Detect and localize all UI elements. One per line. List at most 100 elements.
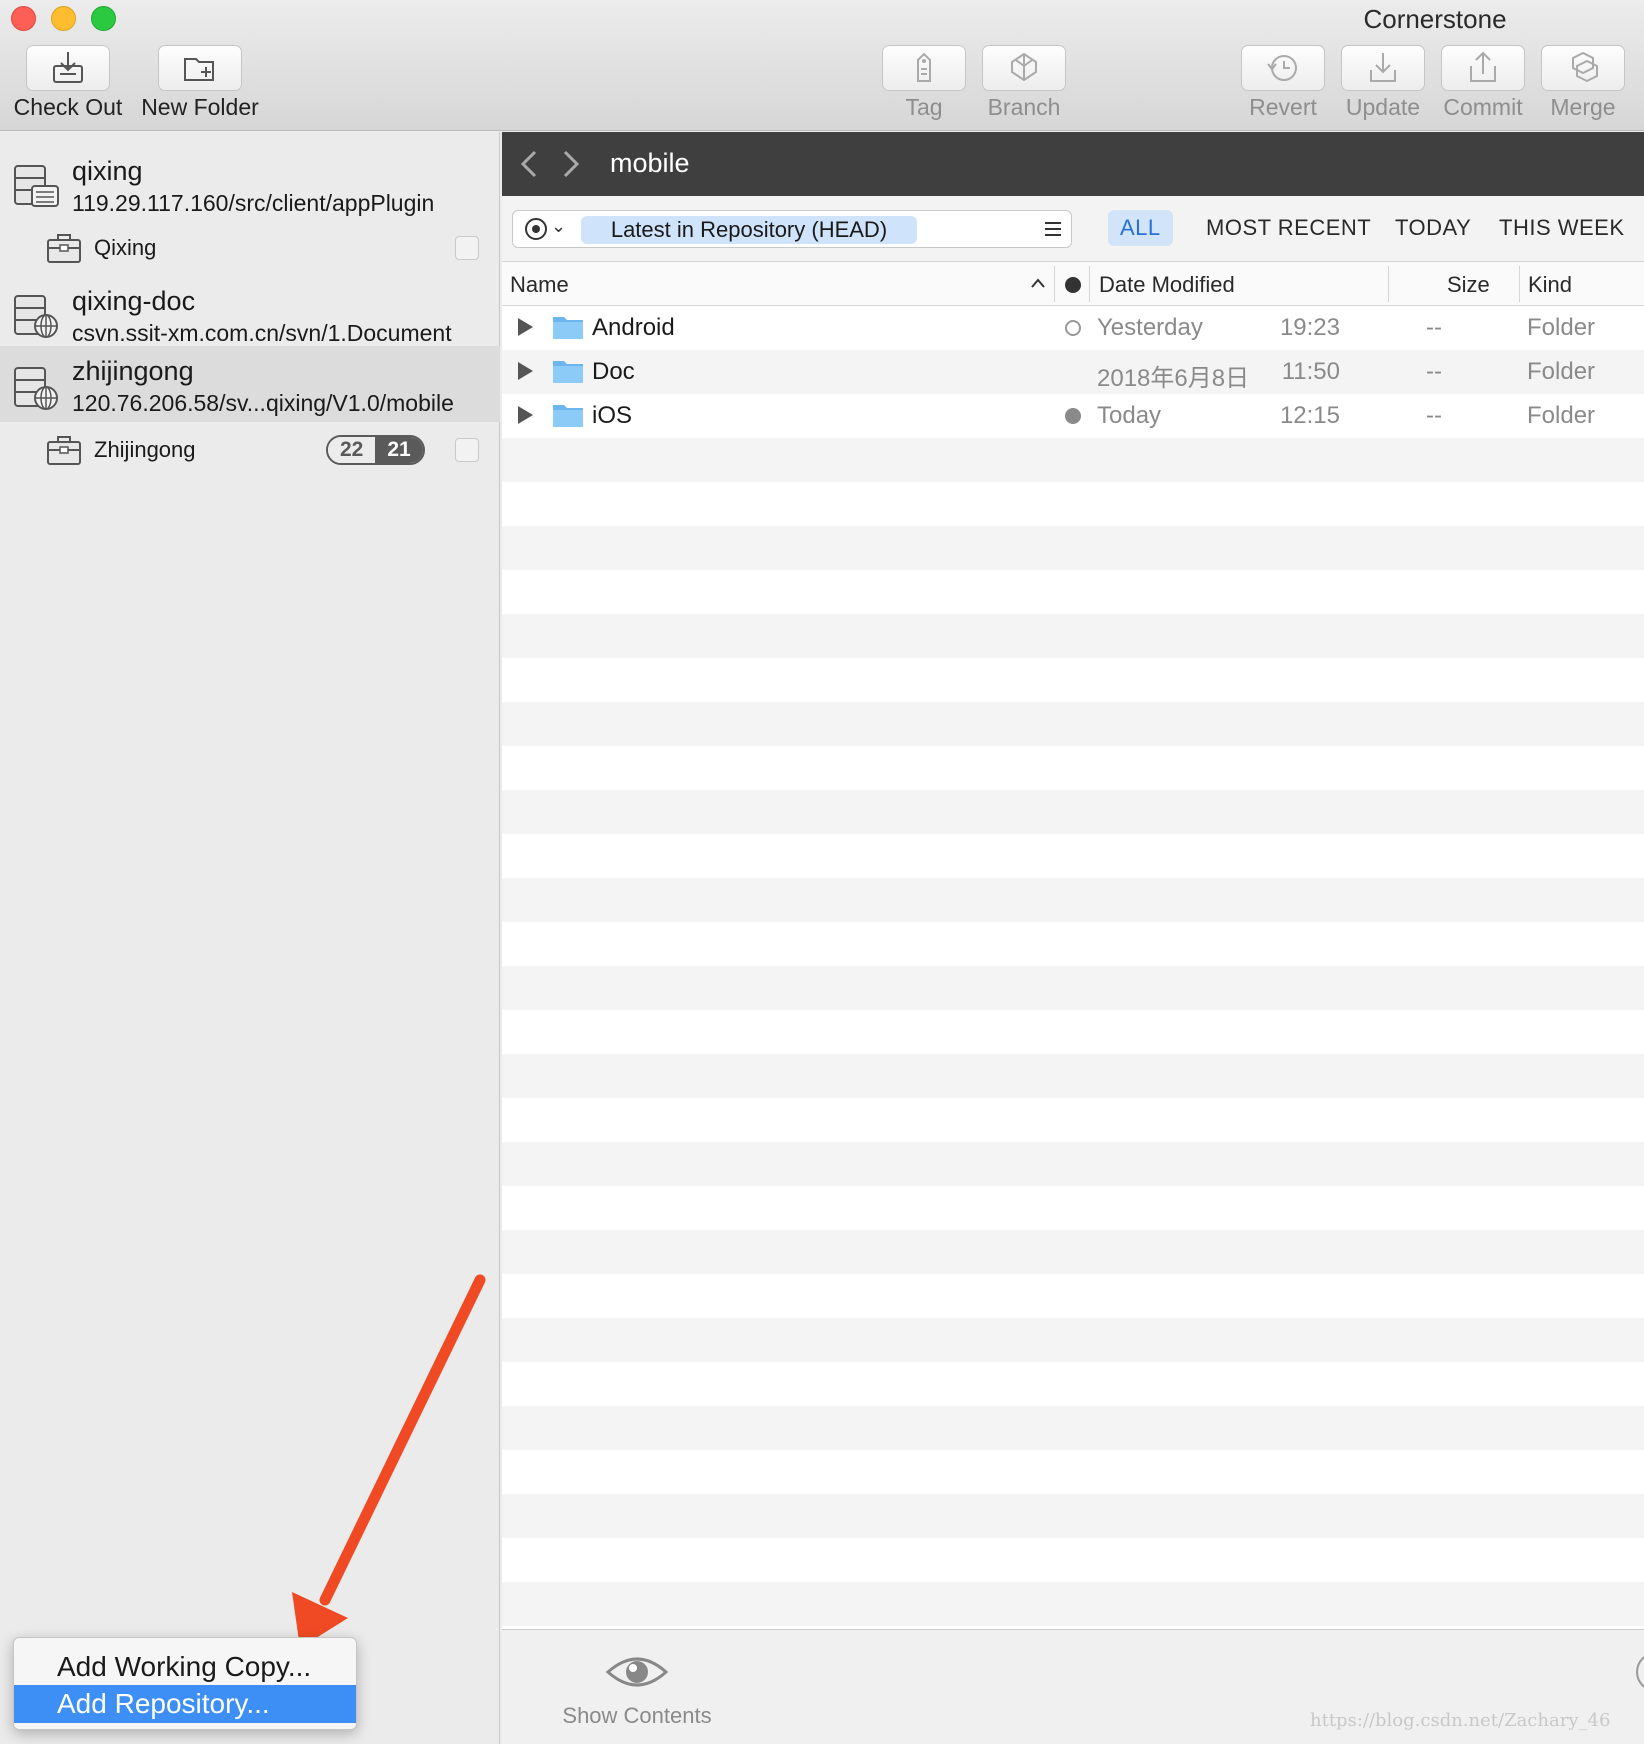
table-row[interactable]: Doc 2018年6月8日 11:50 -- Folder xyxy=(502,350,1644,394)
remote-repository-icon xyxy=(14,295,58,338)
update-icon xyxy=(1370,53,1396,82)
list-menu-icon[interactable] xyxy=(1043,219,1063,239)
row-kind: Folder xyxy=(1527,358,1596,385)
check-out-icon xyxy=(53,52,83,83)
row-time: 11:50 xyxy=(1281,358,1340,385)
tag-button[interactable] xyxy=(882,45,966,91)
column-kind[interactable]: Kind xyxy=(1528,272,1572,298)
disclosure-triangle-icon[interactable] xyxy=(518,362,533,380)
column-divider xyxy=(1519,266,1520,302)
working-copy-checkbox[interactable] xyxy=(455,438,479,462)
row-stripe xyxy=(502,1142,1644,1186)
scope-most-recent[interactable]: MOST RECENT xyxy=(1206,210,1371,246)
column-divider xyxy=(1054,266,1055,302)
window-zoom-button[interactable] xyxy=(91,6,116,31)
scope-all[interactable]: ALL xyxy=(1108,210,1173,246)
status-column-dot-icon xyxy=(1065,277,1081,293)
status-filled-icon xyxy=(1065,408,1081,424)
repo-url: csvn.ssit-xm.com.cn/svn/1.Document xyxy=(72,320,452,346)
row-stripe xyxy=(502,746,1644,790)
scope-today[interactable]: TODAY xyxy=(1395,210,1471,246)
row-stripe xyxy=(502,438,1644,482)
show-contents-label[interactable]: Show Contents xyxy=(552,1703,722,1729)
repo-url: 119.29.117.160/src/client/appPlugin xyxy=(72,190,435,216)
forward-chevron-icon[interactable] xyxy=(560,148,582,180)
row-stripe xyxy=(502,1494,1644,1538)
working-copy-icon xyxy=(47,436,81,465)
row-stripe xyxy=(502,1186,1644,1230)
sidebar-working-copy-qixing[interactable]: Qixing xyxy=(0,226,500,272)
update-button[interactable] xyxy=(1341,45,1425,91)
working-copy-icon xyxy=(47,234,81,263)
sort-ascending-icon[interactable] xyxy=(1030,277,1046,289)
row-stripe xyxy=(502,1054,1644,1098)
row-kind: Folder xyxy=(1527,314,1596,341)
revert-icon xyxy=(1267,55,1297,81)
repository-icon xyxy=(14,165,59,207)
sidebar-repo-qixing[interactable]: qixing 119.29.117.160/src/client/appPlug… xyxy=(0,142,500,226)
repo-name: zhijingong xyxy=(72,356,194,386)
window-close-button[interactable] xyxy=(11,6,36,31)
status-outline-icon xyxy=(1065,320,1081,336)
row-stripe xyxy=(502,878,1644,922)
row-date: Yesterday xyxy=(1097,314,1203,341)
path-bar: mobile xyxy=(502,132,1644,196)
row-stripe xyxy=(502,570,1644,614)
sidebar-repo-zhijingong[interactable]: zhijingong 120.76.206.58/sv...qixing/V1.… xyxy=(0,346,500,422)
table-row[interactable]: Android Yesterday 19:23 -- Folder xyxy=(502,306,1644,350)
working-copy-name: Qixing xyxy=(94,235,157,260)
folder-icon xyxy=(553,317,583,339)
disclosure-triangle-icon[interactable] xyxy=(518,318,533,336)
column-date-modified[interactable]: Date Modified xyxy=(1099,272,1235,298)
row-stripe xyxy=(502,526,1644,570)
sidebar-repo-qixing-doc[interactable]: qixing-doc csvn.ssit-xm.com.cn/svn/1.Doc… xyxy=(0,272,500,356)
file-list: Android Yesterday 19:23 -- Folder Doc 20… xyxy=(502,306,1644,1670)
working-copy-checkbox[interactable] xyxy=(455,236,479,260)
row-stripe xyxy=(502,482,1644,526)
new-folder-label: New Folder xyxy=(141,94,259,120)
watermark-text: https://blog.csdn.net/Zachary_46 xyxy=(1310,1710,1611,1731)
sidebar-working-copy-zhijingong[interactable]: Zhijingong 22 21 xyxy=(0,428,500,474)
menu-item-add-repository[interactable]: Add Repository... xyxy=(14,1685,356,1723)
working-copy-name: Zhijingong xyxy=(94,437,196,462)
column-header: Name Date Modified Size Kind xyxy=(502,262,1644,306)
back-chevron-icon[interactable] xyxy=(518,148,540,180)
repo-url: 120.76.206.58/sv...qixing/V1.0/mobile xyxy=(72,390,454,416)
folder-icon xyxy=(553,361,583,383)
column-name[interactable]: Name xyxy=(510,272,569,298)
change-count-badge: 22 21 xyxy=(326,435,425,465)
row-stripe xyxy=(502,1098,1644,1142)
branch-label: Branch xyxy=(987,94,1061,120)
scope-this-week[interactable]: THIS WEEK xyxy=(1499,210,1625,246)
row-stripe xyxy=(502,922,1644,966)
row-stripe xyxy=(502,1582,1644,1626)
row-stripe xyxy=(502,1450,1644,1494)
row-date: 2018年6月8日 xyxy=(1097,365,1250,392)
check-out-label: Check Out xyxy=(13,94,123,120)
disclosure-triangle-icon[interactable] xyxy=(518,406,533,424)
repo-name: qixing xyxy=(72,156,143,186)
merge-icon xyxy=(1572,51,1598,83)
table-row[interactable]: iOS Today 12:15 -- Folder xyxy=(502,394,1644,438)
badge-count-right: 21 xyxy=(375,437,423,463)
revision-selector[interactable]: ⌄ Latest in Repository (HEAD) xyxy=(512,210,1072,248)
row-stripe xyxy=(502,1318,1644,1362)
column-size[interactable]: Size xyxy=(1447,272,1490,298)
merge-button[interactable] xyxy=(1541,45,1625,91)
row-stripe xyxy=(502,790,1644,834)
folder-icon xyxy=(553,405,583,427)
repo-name: qixing-doc xyxy=(72,286,196,316)
commit-button[interactable] xyxy=(1441,45,1525,91)
column-divider xyxy=(1089,266,1090,302)
menu-item-add-working-copy[interactable]: Add Working Copy... xyxy=(14,1648,356,1686)
check-out-button[interactable] xyxy=(26,45,110,91)
row-stripe xyxy=(502,966,1644,1010)
window-minimize-button[interactable] xyxy=(51,6,76,31)
merge-label: Merge xyxy=(1550,94,1616,120)
branch-button[interactable] xyxy=(982,45,1066,91)
new-folder-button[interactable] xyxy=(158,45,242,91)
add-popup-menu: Add Working Copy... Add Repository... xyxy=(13,1637,357,1730)
tag-icon xyxy=(917,52,931,82)
eye-icon[interactable] xyxy=(606,1652,668,1692)
revert-button[interactable] xyxy=(1241,45,1325,91)
